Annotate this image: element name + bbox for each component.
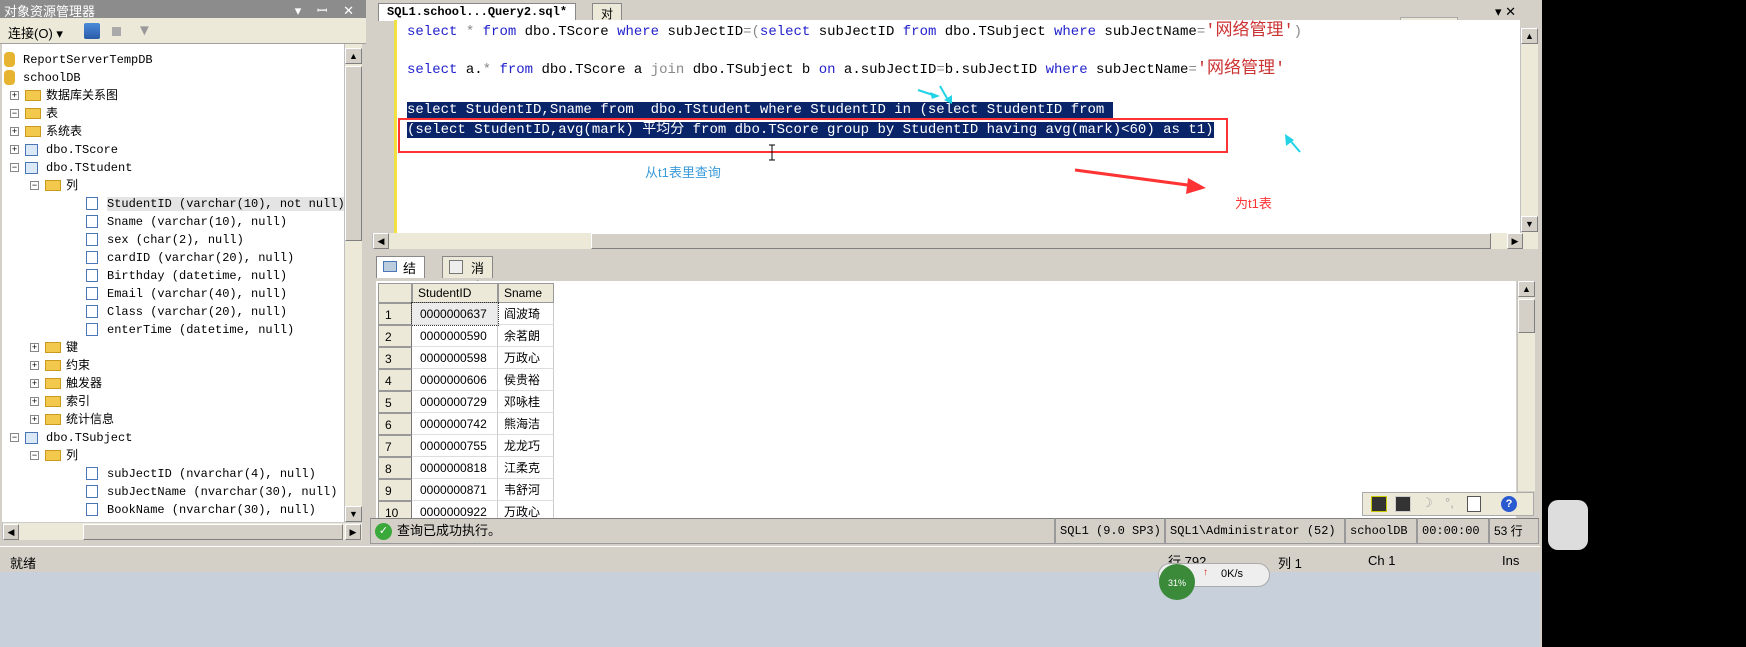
- ms-pinyin-icon[interactable]: [1395, 496, 1411, 512]
- results-vertical-scrollbar[interactable]: ▲: [1517, 281, 1535, 491]
- grid-cell-studentid[interactable]: 0000000755: [412, 435, 498, 457]
- ms-py-icon[interactable]: [1371, 496, 1387, 512]
- grid-cell-studentid[interactable]: 0000000729: [412, 391, 498, 413]
- network-monitor-widget[interactable]: 31% ↑ 0K/s: [1158, 563, 1270, 600]
- row-number[interactable]: 1: [378, 303, 412, 325]
- grid-cell-sname[interactable]: 邓咏桂: [498, 391, 554, 413]
- success-check-icon: ✓: [375, 523, 392, 540]
- net-speed: 0K/s: [1221, 568, 1244, 580]
- punctuation-icon[interactable]: °,: [1445, 495, 1454, 510]
- row-number[interactable]: 6: [378, 413, 412, 435]
- row-count: 53 行: [1489, 518, 1539, 544]
- grid-cell-studentid[interactable]: 0000000590: [412, 325, 498, 347]
- row-number[interactable]: 8: [378, 457, 412, 479]
- cyan-arrow-icon: [917, 85, 1301, 153]
- app-status-bar: 就绪 行 792 列 1 Ch 1 Ins: [0, 546, 1540, 572]
- grid-icon: [383, 261, 397, 272]
- tab-messages[interactable]: 消息: [442, 256, 494, 295]
- row-number[interactable]: 5: [378, 391, 412, 413]
- query-status-message: ✓ 查询已成功执行。: [370, 518, 1055, 544]
- help-icon[interactable]: ?: [1501, 496, 1517, 512]
- tab-results[interactable]: 结果: [376, 256, 426, 295]
- row-number[interactable]: 2: [378, 325, 412, 347]
- scroll-thumb[interactable]: [1518, 299, 1535, 333]
- elapsed-time: 00:00:00: [1417, 518, 1489, 544]
- row-number[interactable]: 7: [378, 435, 412, 457]
- grid-cell-studentid[interactable]: 0000000922: [412, 501, 498, 519]
- connection-user: SQL1\Administrator (52): [1165, 518, 1345, 544]
- grid-cell-sname[interactable]: 余茗朗: [498, 325, 554, 347]
- row-number[interactable]: 10: [378, 501, 412, 519]
- row-number[interactable]: 3: [378, 347, 412, 369]
- grid-cell-sname[interactable]: 江柔克: [498, 457, 554, 479]
- row-number[interactable]: 9: [378, 479, 412, 501]
- grid-cell-sname[interactable]: 万政心: [498, 347, 554, 369]
- grid-cell-studentid[interactable]: 0000000742: [412, 413, 498, 435]
- ime-status-toolbar: ☽ °, ?: [1362, 492, 1534, 516]
- grid-cell-sname[interactable]: 熊海洁: [498, 413, 554, 435]
- grid-cell-studentid[interactable]: 0000000637: [411, 302, 499, 326]
- status-insert-mode: Ins: [1502, 553, 1520, 568]
- grid-cell-sname[interactable]: 万政心: [498, 501, 554, 519]
- status-char: Ch 1: [1368, 553, 1396, 568]
- red-arrow-icon: [1074, 168, 1206, 194]
- status-ready: 就绪: [10, 556, 37, 571]
- grid-cell-studentid[interactable]: 0000000606: [412, 369, 498, 391]
- moon-icon[interactable]: ☽: [1421, 495, 1433, 511]
- results-grid: StudentID Sname 1 0000000637 阎波琦 2 0000000590 余…: [376, 281, 1516, 519]
- grid-cell-studentid[interactable]: 0000000871: [412, 479, 498, 501]
- column-header-sname[interactable]: Sname: [498, 283, 554, 303]
- grid-cell-sname[interactable]: 龙龙巧: [498, 435, 554, 457]
- cpu-gauge: 31%: [1159, 564, 1195, 600]
- floating-widget[interactable]: [1548, 500, 1588, 550]
- current-database: schoolDB: [1345, 518, 1417, 544]
- column-header-studentid[interactable]: StudentID: [412, 283, 498, 303]
- row-number[interactable]: 4: [378, 369, 412, 391]
- grid-corner[interactable]: [378, 283, 412, 303]
- status-column: 列 1: [1278, 556, 1302, 571]
- text-cursor-icon: [769, 144, 775, 161]
- grid-cell-studentid[interactable]: 0000000818: [412, 457, 498, 479]
- upload-arrow-icon: ↑: [1203, 567, 1208, 578]
- grid-cell-sname[interactable]: 侯贵裕: [498, 369, 554, 391]
- taskbar: [0, 572, 1540, 647]
- grid-cell-sname[interactable]: 韦舒河: [498, 479, 554, 501]
- message-icon: [449, 260, 463, 274]
- server-version: SQL1 (9.0 SP3): [1055, 518, 1165, 544]
- grid-cell-studentid[interactable]: 0000000598: [412, 347, 498, 369]
- softkeyboard-icon[interactable]: [1467, 496, 1481, 512]
- grid-cell-sname[interactable]: 阎波琦: [498, 303, 554, 325]
